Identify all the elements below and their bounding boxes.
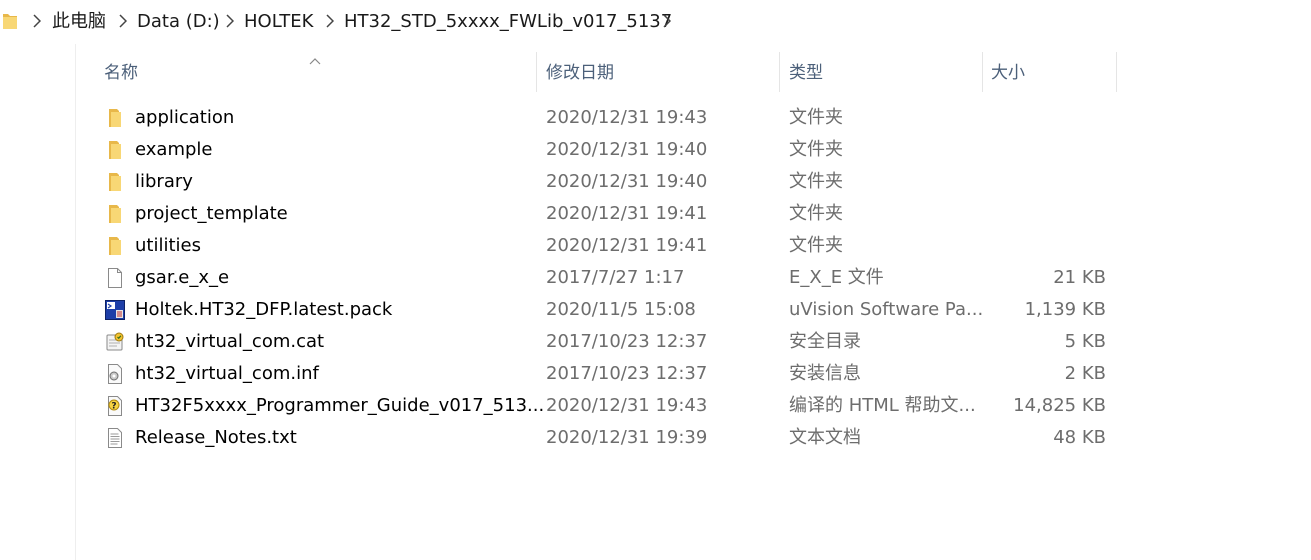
- file-size: 21 KB: [1053, 267, 1106, 288]
- breadcrumb-holtek[interactable]: HOLTEK: [244, 10, 313, 34]
- file-row-application[interactable]: application 2020/12/31 19:43 文件夹: [96, 102, 1116, 134]
- folder-icon: [105, 140, 125, 160]
- chevron-right-icon[interactable]: [33, 14, 41, 28]
- security-catalog-icon: [105, 332, 125, 352]
- file-row-virtual-com-cat[interactable]: ht32_virtual_com.cat 2017/10/23 12:37 安全…: [96, 326, 1116, 358]
- folder-icon: [2, 12, 18, 30]
- file-explorer-window: 此电脑 Data (D:) HOLTEK HT32_STD_5xxxx_FWLi…: [0, 0, 1311, 560]
- file-row-utilities[interactable]: utilities 2020/12/31 19:41 文件夹: [96, 230, 1116, 262]
- file-date: 2020/12/31 19:43: [546, 107, 708, 128]
- file-type: uVision Software Pa...: [789, 299, 984, 320]
- chevron-right-icon[interactable]: [326, 14, 334, 28]
- file-name: ht32_virtual_com.cat: [135, 331, 325, 352]
- file-date: 2017/10/23 12:37: [546, 363, 708, 384]
- file-date: 2020/12/31 19:41: [546, 235, 708, 256]
- column-header-name[interactable]: 名称: [104, 56, 534, 88]
- file-row-project-template[interactable]: project_template 2020/12/31 19:41 文件夹: [96, 198, 1116, 230]
- chm-help-icon: ?: [105, 396, 125, 416]
- file-size: 1,139 KB: [1024, 299, 1106, 320]
- column-header-size[interactable]: 大小: [991, 56, 1111, 88]
- file-size: 48 KB: [1053, 427, 1106, 448]
- file-date: 2017/10/23 12:37: [546, 331, 708, 352]
- folder-icon: [105, 108, 125, 128]
- file-list-view: 名称 修改日期 类型 大小 application 2020/12/31 19:…: [0, 44, 1311, 560]
- file-name: library: [135, 171, 193, 192]
- file-name: Release_Notes.txt: [135, 427, 297, 448]
- file-row-virtual-com-inf[interactable]: ht32_virtual_com.inf 2017/10/23 12:37 安装…: [96, 358, 1116, 390]
- file-name: example: [135, 139, 213, 160]
- file-name: HT32F5xxxx_Programmer_Guide_v017_513...: [135, 395, 545, 416]
- file-type: 文件夹: [789, 203, 843, 224]
- file-type: 安全目录: [789, 331, 861, 352]
- file-row-holtek-pack[interactable]: Holtek.HT32_DFP.latest.pack 2020/11/5 15…: [96, 294, 1116, 326]
- file-name: gsar.e_x_e: [135, 267, 230, 288]
- breadcrumb-this-pc[interactable]: 此电脑: [52, 10, 106, 34]
- column-header-date-label: 修改日期: [546, 63, 614, 83]
- file-type: 安装信息: [789, 363, 861, 384]
- navigation-pane-divider: [75, 44, 76, 560]
- file-type: 文件夹: [789, 171, 843, 192]
- breadcrumb-current-folder[interactable]: HT32_STD_5xxxx_FWLib_v017_5137: [344, 10, 672, 34]
- file-type: 文本文档: [789, 427, 861, 448]
- file-row-programmer-guide[interactable]: ? HT32F5xxxx_Programmer_Guide_v017_513..…: [96, 390, 1116, 422]
- setup-info-icon: [105, 364, 125, 384]
- column-divider[interactable]: [536, 52, 537, 92]
- file-type: 编译的 HTML 帮助文...: [789, 395, 976, 416]
- column-divider[interactable]: [779, 52, 780, 92]
- column-header-type[interactable]: 类型: [789, 56, 979, 88]
- file-size: 5 KB: [1064, 331, 1106, 352]
- address-bar[interactable]: 此电脑 Data (D:) HOLTEK HT32_STD_5xxxx_FWLi…: [0, 0, 1311, 44]
- file-date: 2020/12/31 19:40: [546, 139, 708, 160]
- chevron-right-icon[interactable]: [226, 14, 234, 28]
- file-name: project_template: [135, 203, 288, 224]
- chevron-right-icon[interactable]: [663, 14, 671, 28]
- folder-icon: [105, 172, 125, 192]
- file-type: 文件夹: [789, 139, 843, 160]
- column-header-size-label: 大小: [991, 63, 1025, 83]
- file-row-example[interactable]: example 2020/12/31 19:40 文件夹: [96, 134, 1116, 166]
- blank-file-icon: [105, 268, 125, 288]
- file-date: 2020/12/31 19:43: [546, 395, 708, 416]
- folder-icon: [105, 236, 125, 256]
- file-date: 2020/12/31 19:41: [546, 203, 708, 224]
- file-date: 2020/12/31 19:40: [546, 171, 708, 192]
- file-name: ht32_virtual_com.inf: [135, 363, 319, 384]
- file-type: 文件夹: [789, 107, 843, 128]
- file-type: 文件夹: [789, 235, 843, 256]
- column-header-type-label: 类型: [789, 63, 823, 83]
- svg-text:?: ?: [111, 402, 116, 412]
- file-row-release-notes[interactable]: Release_Notes.txt 2020/12/31 19:39 文本文档 …: [96, 422, 1116, 454]
- file-date: 2017/7/27 1:17: [546, 267, 685, 288]
- file-date: 2020/12/31 19:39: [546, 427, 708, 448]
- breadcrumb-data-drive[interactable]: Data (D:): [137, 10, 220, 34]
- folder-icon: [105, 204, 125, 224]
- column-header-name-label: 名称: [104, 63, 138, 83]
- column-header-date[interactable]: 修改日期: [546, 56, 776, 88]
- file-name: Holtek.HT32_DFP.latest.pack: [135, 299, 393, 320]
- file-type: E_X_E 文件: [789, 267, 884, 288]
- file-name: application: [135, 107, 235, 128]
- file-size: 14,825 KB: [1013, 395, 1106, 416]
- chevron-right-icon[interactable]: [119, 14, 127, 28]
- file-date: 2020/11/5 15:08: [546, 299, 696, 320]
- file-row-gsar[interactable]: gsar.e_x_e 2017/7/27 1:17 E_X_E 文件 21 KB: [96, 262, 1116, 294]
- column-divider[interactable]: [1116, 52, 1117, 92]
- text-file-icon: [105, 428, 125, 448]
- column-divider[interactable]: [982, 52, 983, 92]
- file-name: utilities: [135, 235, 201, 256]
- uvision-pack-icon: [105, 300, 125, 320]
- file-row-library[interactable]: library 2020/12/31 19:40 文件夹: [96, 166, 1116, 198]
- file-size: 2 KB: [1064, 363, 1106, 384]
